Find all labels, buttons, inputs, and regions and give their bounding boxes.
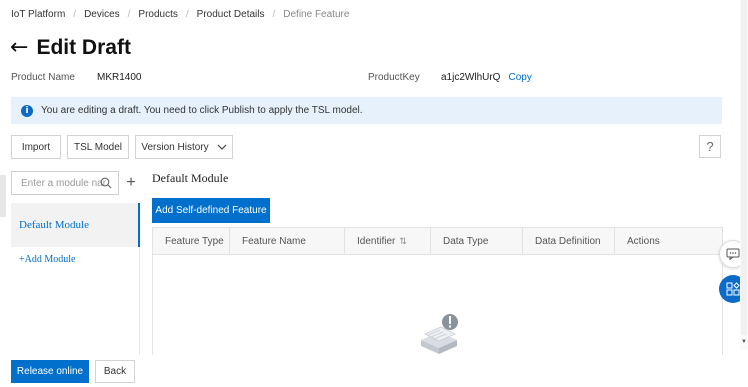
column-data-type: Data Type [431,228,523,255]
section-title: Default Module [152,171,229,185]
product-key-value-wrap: a1jc2WlhUrQ Copy [441,72,532,83]
add-module-icon[interactable]: + [124,171,138,195]
column-actions: Actions [627,236,660,247]
tsl-model-button[interactable]: TSL Model [67,135,129,159]
import-button[interactable]: Import [11,135,61,159]
empty-state-illustration [421,314,458,354]
column-feature-type: Feature Type [153,228,230,255]
version-history-button[interactable]: Version History [135,135,233,159]
apps-icon [726,282,740,296]
product-key-label: ProductKey [368,72,420,83]
breadcrumb: IoT Platform / Devices / Products / Product… [11,9,349,20]
add-self-defined-feature-button[interactable]: Add Self-defined Feature [152,198,270,223]
breadcrumb-separator: / [73,9,77,20]
breadcrumb-separator: / [272,9,276,20]
info-icon: i [21,104,33,117]
product-name-value: MKR1400 [97,72,142,83]
draft-alert: i You are editing a draft. You need to c… [11,97,722,124]
module-search-placeholder: Enter a module nar [21,177,107,189]
column-identifier-label: Identifier [357,236,396,247]
scrollbar-thumb[interactable] [741,0,747,335]
breadcrumb-products[interactable]: Products [138,9,177,20]
feature-table: Feature Type Feature Name Identifier ⇅ D… [152,227,723,357]
chat-icon [726,248,740,260]
title-row: ← Edit Draft [10,36,131,60]
breadcrumb-devices[interactable]: Devices [84,9,120,20]
sidebar-collapse-handle[interactable] [0,175,6,217]
column-identifier[interactable]: Identifier ⇅ [345,228,431,255]
sort-icon[interactable]: ⇅ [399,236,407,247]
column-data-definition: Data Definition [523,228,615,255]
product-name-value-wrap: MKR1400 [97,72,141,83]
breadcrumb-separator: / [127,9,131,20]
search-icon[interactable] [100,177,112,189]
breadcrumb-define-feature: Define Feature [283,9,350,20]
back-arrow-icon[interactable]: ← [10,37,28,59]
release-online-button[interactable]: Release online [11,360,89,383]
product-name-label: Product Name [11,72,75,83]
breadcrumb-separator: / [185,9,189,20]
version-history-label: Version History [141,141,209,153]
product-name-row: Product Name [11,72,75,83]
breadcrumb-product-details[interactable]: Product Details [197,9,265,20]
module-item-default[interactable]: Default Module [11,203,140,247]
alert-text: You are editing a draft. You need to cli… [41,105,363,116]
column-feature-name: Feature Name [230,228,345,255]
table-header: Feature Type Feature Name Identifier ⇅ D… [153,228,722,255]
scroll-down-icon[interactable]: ▼ [741,338,747,346]
module-search-input[interactable]: Enter a module nar [11,171,119,195]
chevron-down-icon [217,144,227,150]
add-module-link[interactable]: +Add Module [19,254,75,265]
copy-link[interactable]: Copy [508,72,531,83]
product-key-value: a1jc2WlhUrQ [441,72,501,83]
page-title: Edit Draft [36,36,131,59]
breadcrumb-iot-platform[interactable]: IoT Platform [11,9,65,20]
back-button[interactable]: Back [95,360,135,383]
help-button[interactable]: ? [699,135,721,158]
product-key-label-wrap: ProductKey [368,72,420,83]
